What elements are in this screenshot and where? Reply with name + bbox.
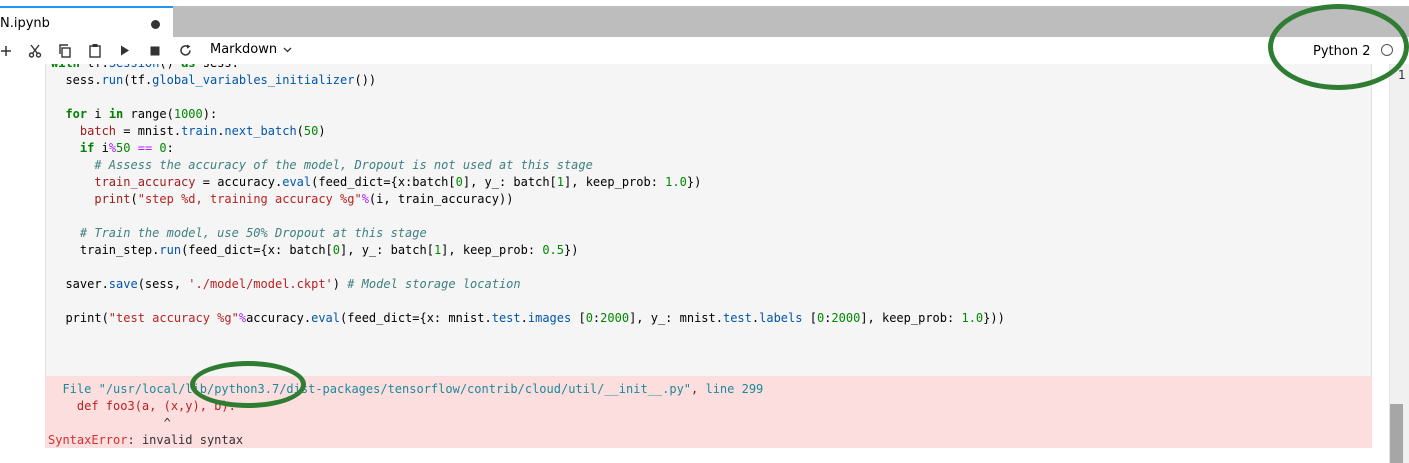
restart-icon[interactable]: [177, 37, 193, 64]
notebook-toolbar: Markdown Python 2: [0, 37, 1409, 65]
code-line: train_accuracy = accuracy.eval(feed_dict…: [94, 175, 702, 189]
code-editor[interactable]: with tf.Session() as sess: sess.run(tf.g…: [51, 64, 1005, 327]
code-line: saver.save(sess, './model/model.ckpt') #…: [51, 277, 521, 291]
notebook-panel: with tf.Session() as sess: sess.run(tf.g…: [0, 64, 1389, 463]
notebook-tab[interactable]: N.ipynb: [0, 6, 173, 38]
code-line: for i in range(1000):: [65, 107, 218, 121]
code-line: train_step.run(feed_dict={x: batch[0], y…: [51, 243, 579, 257]
scroll-marker: 1: [1398, 68, 1406, 82]
code-line: print("step %d, training accuracy %g"%(i…: [94, 192, 514, 206]
add-icon[interactable]: [0, 37, 12, 64]
unsaved-indicator-icon[interactable]: [151, 20, 160, 29]
code-line: # Assess the accuracy of the model, Drop…: [94, 158, 593, 172]
chevron-down-icon: [283, 42, 292, 57]
error-message: invalid syntax: [141, 433, 244, 447]
copy-icon[interactable]: [56, 37, 74, 64]
run-icon[interactable]: [117, 37, 133, 64]
error-line-label: line 299: [705, 382, 764, 396]
error-file-label: File: [62, 382, 92, 396]
error-caret: ^: [163, 416, 171, 430]
annotation-circle-kernel: [1268, 4, 1409, 90]
code-line: if i%50 == 0:: [79, 141, 174, 155]
tab-title: N.ipynb: [0, 16, 50, 31]
annotation-circle-python-version: [190, 361, 306, 408]
code-line: # Train the model, use 50% Dropout at th…: [79, 226, 427, 240]
error-file-path: "/usr/local/lib/python3.7/dist-packages/…: [98, 382, 692, 396]
code-line: sess.run(tf.global_variables_initializer…: [51, 73, 377, 87]
code-line: print("test accuracy %g"%accuracy.eval(f…: [51, 311, 1005, 325]
error-name: SyntaxError: [48, 433, 128, 447]
scrollbar-thumb[interactable]: [1390, 404, 1403, 463]
tab-bar: [0, 6, 1409, 37]
cell-type-label: Markdown: [210, 42, 278, 57]
cell-type-dropdown[interactable]: Markdown: [210, 42, 292, 57]
stop-icon[interactable]: [147, 37, 163, 64]
code-line: batch = mnist.train.next_batch(50): [79, 124, 326, 138]
paste-icon[interactable]: [86, 37, 104, 64]
code-line: with tf.Session() as sess:: [51, 64, 239, 70]
error-traceback: File "/usr/local/lib/python3.7/dist-pack…: [48, 382, 764, 447]
cut-icon[interactable]: [26, 37, 44, 64]
